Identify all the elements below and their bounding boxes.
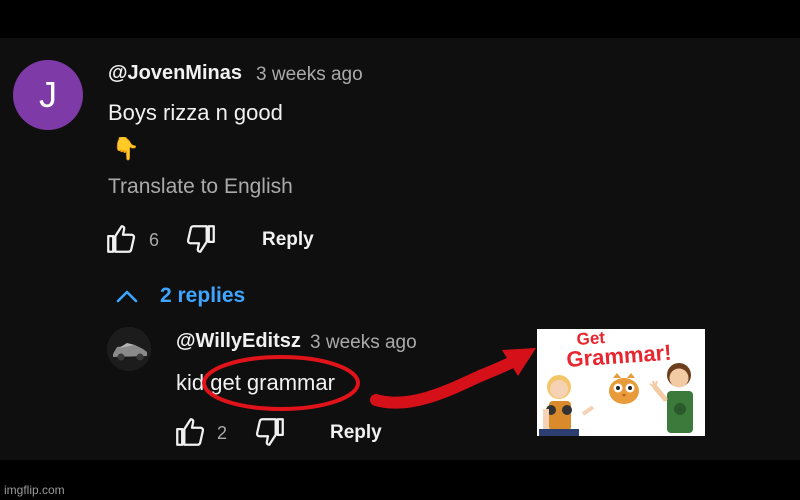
chevron-up-icon[interactable] [116, 287, 138, 305]
like-icon[interactable] [104, 222, 138, 256]
reply-author-handle[interactable]: @WillyEditsz [176, 330, 301, 353]
comment-emoji: 👇 [112, 136, 140, 161]
dislike-icon[interactable] [184, 222, 218, 256]
reply-dislike-icon[interactable] [253, 415, 287, 449]
reply-avatar[interactable] [107, 327, 151, 371]
imgflip-watermark: imgflip.com [4, 483, 65, 497]
replies-toggle[interactable]: 2 replies [160, 284, 245, 308]
red-arrow-annotation [370, 348, 536, 409]
translate-link[interactable]: Translate to English [108, 175, 293, 199]
reply-like-icon[interactable] [173, 415, 207, 449]
meme-canvas: J @JovenMinas 3 weeks ago Boys rizza n g… [0, 0, 800, 500]
comment-timestamp[interactable]: 3 weeks ago [256, 64, 363, 86]
avatar-letter: J [39, 74, 57, 115]
comment-author-handle[interactable]: @JovenMinas [108, 62, 242, 85]
reply-like-count: 2 [217, 423, 228, 443]
poster-illustration: Get Grammar! [537, 329, 705, 436]
get-grammar-poster: Get Grammar! [537, 329, 705, 436]
reply-reply-button[interactable]: Reply [330, 422, 382, 444]
car-avatar-icon [107, 327, 151, 371]
red-circle-annotation [202, 355, 360, 411]
like-count: 6 [149, 230, 160, 250]
reply-button[interactable]: Reply [262, 229, 314, 251]
avatar[interactable]: J [13, 60, 83, 130]
comment-text: Boys rizza n good [108, 100, 283, 125]
